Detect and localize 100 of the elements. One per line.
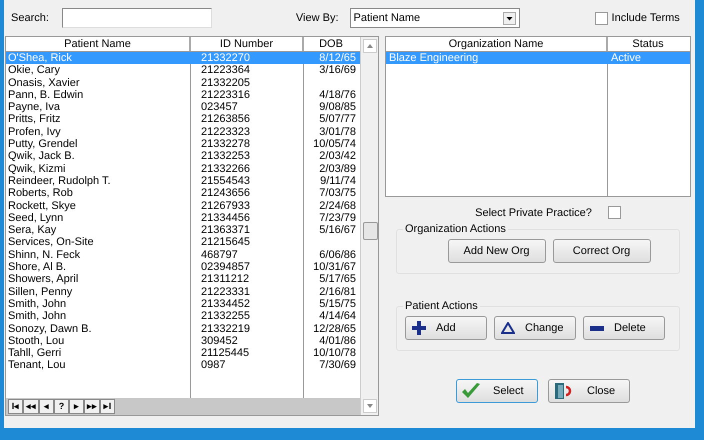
search-field[interactable]	[62, 8, 212, 28]
close-button[interactable]: Close	[548, 379, 630, 403]
private-practice-checkbox[interactable]: Select Private Practice?	[475, 206, 621, 219]
group-title: Patient Actions	[404, 300, 479, 312]
org-action-button[interactable]: Add New Org	[448, 239, 546, 263]
patient-row[interactable]: Showers, April 21311212 5/17/65	[6, 273, 360, 286]
table-cell-text: 5/07/77	[318, 113, 357, 126]
navigation-button[interactable]: ?	[54, 399, 69, 414]
patient-row[interactable]: Services, On-Site 21215645	[6, 236, 360, 249]
patient-row[interactable]: Onasis, Xavier 21332205	[6, 76, 360, 89]
table-cell-text: Shinn, N. Feck	[7, 248, 82, 262]
table-cell-text: 21363371	[200, 224, 251, 236]
patient-row[interactable]: Smith, John 21334452 5/15/75	[6, 298, 360, 310]
table-cell-text: 6/06/86	[318, 248, 357, 262]
select-button[interactable]: Select	[456, 379, 538, 403]
table-cell-text: 4/18/76	[318, 88, 357, 102]
vertical-scrollbar[interactable]	[360, 37, 378, 415]
table-cell-text: 21223364	[200, 64, 251, 77]
add-button[interactable]: Add	[405, 316, 487, 340]
table-cell-text: 2/16/81	[318, 286, 357, 298]
patient-row[interactable]: Roberts, Rob 21243656 7/03/75	[6, 187, 360, 200]
navigation-button[interactable]: ▸▸	[84, 399, 100, 414]
checkmark-icon	[461, 382, 481, 400]
table-cell-text: 7/30/69	[318, 359, 357, 372]
patient-row[interactable]: Rockett, Skye 21267933 2/24/68	[6, 200, 360, 212]
table-cell-text: 21332278	[200, 138, 251, 150]
patient-row[interactable]: Sillen, Penny 21223331 2/16/81	[6, 286, 360, 298]
table-cell-text: Services, On-Site	[7, 236, 95, 249]
org-action-button[interactable]: Correct Org	[552, 239, 650, 263]
table-cell-text: Putty, Grendel	[7, 138, 78, 150]
table-cell-text: 12/28/65	[312, 322, 357, 335]
patient-row[interactable]: Putty, Grendel 21332278 10/05/74	[6, 138, 360, 150]
patient-row[interactable]: Shinn, N. Feck 468797 6/06/86	[6, 248, 360, 262]
search-label: Search:	[11, 12, 49, 24]
navigation-button[interactable]: ◂	[39, 399, 54, 414]
table-cell-text: 21554543	[200, 174, 251, 188]
table-cell-text: Shore, Al B.	[7, 261, 68, 274]
table-cell-text: Sillen, Penny	[7, 286, 74, 298]
scrollbar-thumb[interactable]	[363, 222, 378, 240]
table-cell-text: Smith, John	[7, 298, 68, 310]
table-cell-text: 9/11/74	[319, 174, 357, 188]
table-cell-text: 5/15/75	[318, 298, 357, 310]
patient-row[interactable]: Profen, Ivy 21223323 3/01/78	[6, 126, 360, 138]
scroll-up-icon[interactable]	[362, 39, 376, 53]
scroll-down-icon[interactable]	[362, 399, 376, 413]
navigation-button[interactable]: ◂◂	[23, 399, 39, 414]
delete-button[interactable]: Delete	[583, 316, 665, 340]
patient-row[interactable]: Qwik, Kizmi 21332266 2/03/89	[6, 162, 360, 175]
table-cell-text: 02394857	[200, 261, 251, 274]
table-cell-text: 21334452	[200, 298, 251, 310]
patient-row[interactable]: Stooth, Lou 309452 4/01/86	[6, 334, 360, 348]
patient-row[interactable]: Pann, B. Edwin 21223316 4/18/76	[6, 88, 360, 102]
table-cell-text: 21223316	[200, 88, 251, 102]
table-cell-text: 21332253	[200, 150, 251, 163]
patient-row[interactable]: Smith, John 21332255 4/14/64	[6, 310, 360, 323]
table-cell-text: 21243656	[200, 187, 251, 200]
navigation-button[interactable]: ▸	[69, 399, 84, 414]
table-cell-text: 21332255	[200, 310, 251, 323]
table-cell-text: 023457	[200, 101, 239, 114]
include-terms-checkbox[interactable]: Include Terms	[594, 12, 680, 24]
table-cell-text: Smith, John	[7, 310, 68, 323]
patient-row[interactable]: Sonozy, Dawn B. 21332219 12/28/65	[6, 322, 360, 335]
table-cell-text: Tenant, Lou	[7, 359, 66, 372]
table-cell-text: 2/24/68	[318, 200, 357, 212]
patient-row[interactable]: Tenant, Lou 0987 7/30/69	[6, 359, 360, 372]
table-cell-text: Okie, Cary	[7, 64, 61, 77]
patient-row[interactable]: Okie, Cary 21223364 3/16/69	[6, 64, 360, 77]
table-cell-text: O'Shea, Rick	[7, 52, 73, 64]
table-cell-text: 21263856	[200, 113, 251, 126]
patient-row[interactable]: Sera, Kay 21363371 5/16/67	[6, 224, 360, 236]
table-cell-text: Rockett, Skye	[7, 200, 77, 212]
table-cell-text: Roberts, Rob	[7, 187, 74, 200]
table-cell-text: Qwik, Jack B.	[7, 150, 76, 163]
view-by-dropdown[interactable]: Patient Name	[350, 8, 520, 28]
table-cell-text: Onasis, Xavier	[7, 76, 81, 89]
patient-row[interactable]: Pritts, Fritz 21263856 5/07/77	[6, 113, 360, 126]
table-cell-text: Blaze Engineering	[388, 52, 480, 64]
table-cell-text: 21215645	[200, 236, 251, 249]
table-cell-text: 10/31/67	[312, 261, 357, 274]
table-cell-text: Pritts, Fritz	[7, 113, 62, 126]
table-cell-text: Sera, Kay	[7, 224, 58, 236]
table-cell-text: Payne, Iva	[7, 101, 61, 114]
patient-row[interactable]: Seed, Lynn 21334456 7/23/79	[6, 212, 360, 224]
table-cell-text: Seed, Lynn	[7, 212, 64, 224]
change-button[interactable]: Change	[494, 316, 576, 340]
navigation-button[interactable]: I◂	[8, 399, 23, 414]
view-by-label: View By:	[296, 12, 339, 24]
table-cell-text: 21332205	[200, 76, 251, 89]
table-cell-text: 21334456	[200, 212, 251, 224]
patient-row[interactable]: Qwik, Jack B. 21332253 2/03/42	[6, 150, 360, 163]
patient-row[interactable]: Shore, Al B. 02394857 10/31/67	[6, 261, 360, 274]
minus-icon	[590, 326, 604, 330]
patient-row[interactable]: Tahll, Gerri 21125445 10/10/78	[6, 347, 360, 360]
table-cell-text: Showers, April	[7, 273, 80, 286]
table-cell-text: 0987	[200, 359, 226, 372]
navigation-button[interactable]: ▸I	[100, 399, 115, 414]
patient-row[interactable]: Payne, Iva 023457 9/08/85	[6, 101, 360, 114]
table-cell-text: 3/01/78	[318, 126, 357, 138]
patient-row[interactable]: Reindeer, Rudolph T. 21554543 9/11/74	[6, 174, 360, 188]
table-cell-text: 10/10/78	[312, 347, 357, 360]
